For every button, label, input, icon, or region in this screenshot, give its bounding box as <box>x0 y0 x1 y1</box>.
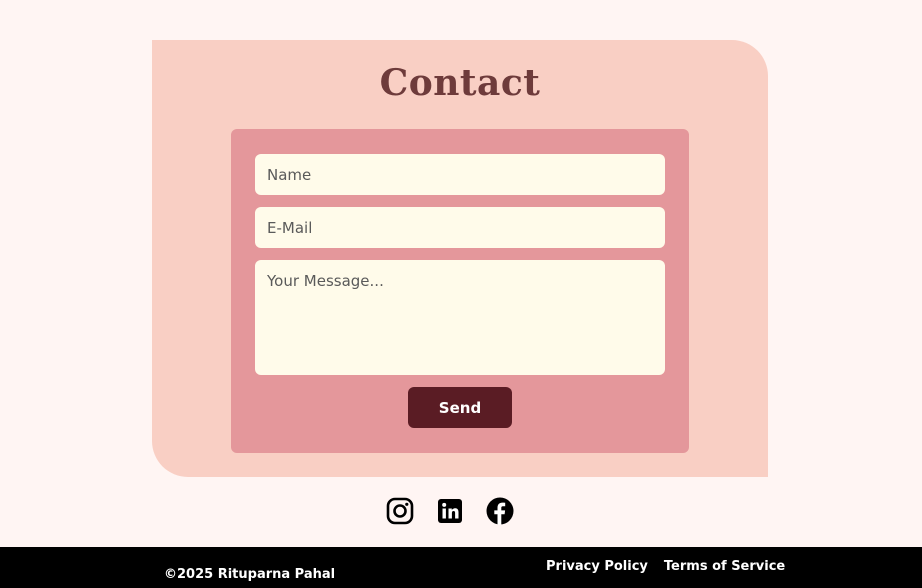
instagram-icon[interactable] <box>386 497 414 525</box>
facebook-icon[interactable] <box>486 497 514 525</box>
terms-of-service-link[interactable]: Terms of Service <box>664 559 785 574</box>
footer-links: Privacy Policy Terms of Service <box>546 559 785 574</box>
footer: ©2025 Rituparna Pahal Privacy Policy Ter… <box>0 547 922 588</box>
page-title: Contact <box>379 62 541 104</box>
email-input[interactable] <box>255 207 665 248</box>
name-input[interactable] <box>255 154 665 195</box>
send-button[interactable]: Send <box>408 387 512 428</box>
privacy-policy-link[interactable]: Privacy Policy <box>546 559 648 574</box>
linkedin-icon[interactable] <box>436 497 464 525</box>
contact-form: Send <box>231 129 689 453</box>
social-links <box>386 497 514 525</box>
message-textarea[interactable] <box>255 260 665 375</box>
contact-section: Contact Send <box>152 40 768 477</box>
copyright-text: ©2025 Rituparna Pahal <box>164 567 336 582</box>
